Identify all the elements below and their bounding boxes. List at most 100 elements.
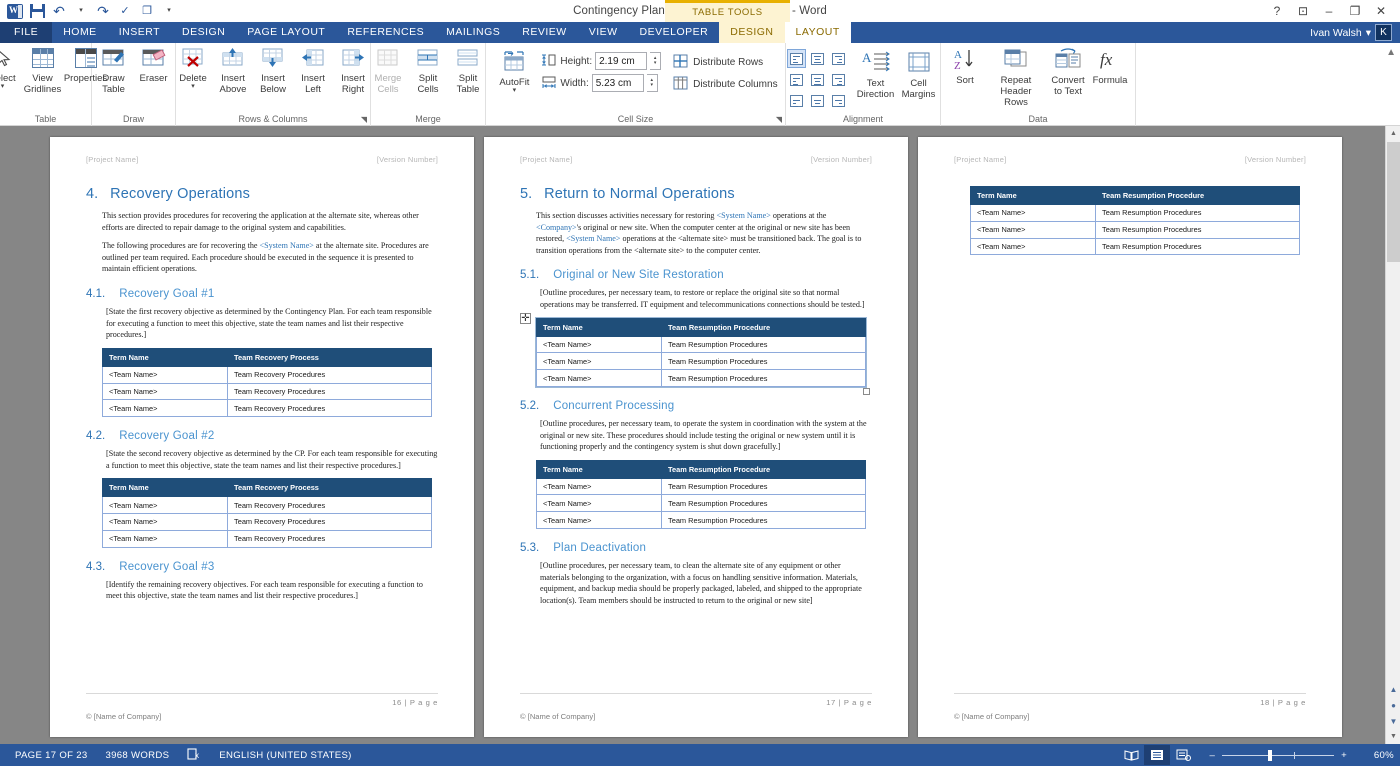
tab-insert[interactable]: INSERT: [108, 22, 171, 43]
cell-team-name[interactable]: <Team Name>: [535, 352, 663, 371]
insert-above-button[interactable]: Insert Above: [213, 46, 253, 97]
cell-team-name[interactable]: <Team Name>: [101, 496, 229, 515]
draw-table-button[interactable]: Draw Table: [94, 46, 134, 97]
align-center-right-button[interactable]: [829, 70, 848, 89]
cell-team-name[interactable]: <Team Name>: [969, 237, 1097, 256]
align-center-left-button[interactable]: [787, 70, 806, 89]
scroll-up-button[interactable]: ▲: [1386, 126, 1400, 141]
select-browse-object-button[interactable]: ●: [1386, 697, 1400, 713]
cell-procedure[interactable]: Team Resumption Procedures: [661, 335, 866, 354]
table-row[interactable]: <Team Name> Team Resumption Procedures: [535, 352, 866, 371]
language-indicator[interactable]: ENGLISH (UNITED STATES): [210, 750, 360, 761]
delete-caret-icon[interactable]: ▾: [191, 83, 195, 90]
tab-mailings[interactable]: MAILINGS: [435, 22, 511, 43]
zoom-thumb[interactable]: [1268, 749, 1273, 761]
align-center-button[interactable]: [808, 70, 827, 89]
align-top-right-button[interactable]: [829, 49, 848, 68]
select-button[interactable]: Select ▾: [0, 46, 23, 92]
cell-procedure[interactable]: Team Resumption Procedures: [1095, 220, 1300, 239]
table-row[interactable]: <Team Name> Team Resumption Procedures: [535, 369, 866, 387]
cell-procedure[interactable]: Team Resumption Procedures: [1095, 237, 1300, 256]
column-width-spinner[interactable]: ▴ ▾: [646, 74, 658, 92]
cell-procedure[interactable]: Team Recovery Procedures: [227, 399, 432, 418]
table-row[interactable]: <Team Name> Team Recovery Procedures: [101, 529, 432, 548]
align-bottom-center-button[interactable]: [808, 91, 827, 110]
cell-procedure[interactable]: Team Resumption Procedures: [1095, 204, 1300, 222]
tab-developer[interactable]: DEVELOPER: [629, 22, 720, 43]
merge-cells-button[interactable]: Merge Cells: [368, 46, 408, 97]
cell-procedure[interactable]: Team Recovery Procedures: [227, 513, 432, 531]
table-row[interactable]: <Team Name> Team Resumption Procedures: [969, 220, 1300, 239]
table-recovery-goal-1[interactable]: Term Name Team Recovery Process <Team Na…: [101, 347, 432, 418]
table-recovery-goal-2[interactable]: Term Name Team Recovery Process <Team Na…: [101, 478, 432, 548]
rows-columns-dialog-launcher-icon[interactable]: ◥: [361, 115, 367, 124]
cell-procedure[interactable]: Team Resumption Procedures: [661, 494, 866, 513]
cell-team-name[interactable]: <Team Name>: [101, 513, 229, 531]
tab-view[interactable]: VIEW: [578, 22, 629, 43]
cell-team-name[interactable]: <Team Name>: [101, 365, 229, 384]
distribute-rows-button[interactable]: Distribute Rows: [673, 54, 777, 71]
table-row[interactable]: <Team Name> Team Resumption Procedures: [535, 511, 866, 530]
table-site-restoration[interactable]: Term Name Team Resumption Procedure <Tea…: [535, 316, 867, 388]
document-canvas[interactable]: [Project Name] [Version Number] 4. Recov…: [0, 126, 1400, 744]
web-layout-button[interactable]: [1170, 745, 1196, 765]
tab-review[interactable]: REVIEW: [511, 22, 577, 43]
previous-page-button[interactable]: ▲: [1386, 681, 1400, 697]
sort-button[interactable]: A Z Sort: [945, 46, 985, 88]
table-move-handle[interactable]: ✛: [520, 312, 531, 324]
delete-button[interactable]: Delete ▾: [173, 46, 213, 92]
convert-to-text-button[interactable]: Convert to Text: [1047, 46, 1089, 99]
page-16[interactable]: [Project Name] [Version Number] 4. Recov…: [50, 137, 474, 737]
table-row[interactable]: <Team Name> Team Resumption Procedures: [969, 204, 1300, 222]
tab-table-design[interactable]: DESIGN: [719, 22, 785, 43]
table-row[interactable]: <Team Name> Team Recovery Procedures: [101, 365, 432, 384]
cell-procedure[interactable]: Team Recovery Procedures: [227, 496, 432, 515]
cell-margins-button[interactable]: Cell Margins: [898, 49, 940, 102]
cell-team-name[interactable]: <Team Name>: [101, 399, 229, 418]
eraser-button[interactable]: Eraser: [134, 46, 174, 86]
table-resumption-continued[interactable]: Term Name Team Resumption Procedure <Tea…: [969, 186, 1300, 256]
row-height-input[interactable]: 2.19 cm: [595, 52, 648, 70]
distribute-columns-button[interactable]: Distribute Columns: [673, 76, 778, 93]
cell-team-name[interactable]: <Team Name>: [101, 382, 229, 401]
align-top-left-button[interactable]: [786, 49, 806, 68]
proofing-errors-icon[interactable]: x: [178, 747, 210, 763]
cell-procedure[interactable]: Team Recovery Procedures: [227, 529, 432, 548]
insert-below-button[interactable]: Insert Below: [253, 46, 293, 97]
insert-right-button[interactable]: Insert Right: [333, 46, 373, 97]
user-dropdown-icon[interactable]: ▾: [1366, 27, 1371, 39]
table-row[interactable]: <Team Name> Team Resumption Procedures: [535, 477, 866, 496]
table-row[interactable]: <Team Name> Team Resumption Procedures: [535, 494, 866, 513]
table-row[interactable]: <Team Name> Team Resumption Procedures: [969, 237, 1300, 256]
view-gridlines-button[interactable]: View Gridlines: [23, 46, 63, 97]
zoom-level[interactable]: 60%: [1360, 750, 1394, 761]
collapse-ribbon-icon[interactable]: ▲: [1386, 47, 1396, 58]
cell-team-name[interactable]: <Team Name>: [969, 220, 1097, 239]
zoom-in-button[interactable]: +: [1334, 750, 1354, 761]
column-width-input[interactable]: 5.23 cm: [591, 74, 644, 92]
table-resize-handle[interactable]: [863, 387, 870, 395]
select-caret-icon[interactable]: ▾: [1, 83, 5, 90]
tab-table-layout[interactable]: LAYOUT: [784, 22, 851, 43]
cell-procedure[interactable]: Team Resumption Procedures: [661, 352, 866, 371]
zoom-track[interactable]: [1222, 749, 1335, 761]
cell-team-name[interactable]: <Team Name>: [969, 204, 1097, 222]
avatar[interactable]: K: [1375, 24, 1392, 41]
cell-team-name[interactable]: <Team Name>: [535, 477, 663, 496]
next-page-button[interactable]: ▼: [1386, 713, 1400, 729]
repeat-header-rows-button[interactable]: Repeat Header Rows: [985, 46, 1047, 110]
cell-team-name[interactable]: <Team Name>: [535, 511, 663, 530]
cell-team-name[interactable]: <Team Name>: [101, 529, 229, 548]
cell-procedure[interactable]: Team Resumption Procedures: [661, 511, 866, 530]
page-indicator[interactable]: PAGE 17 OF 23: [6, 750, 97, 761]
cell-procedure[interactable]: Team Resumption Procedures: [661, 369, 866, 387]
tab-page-layout[interactable]: PAGE LAYOUT: [236, 22, 336, 43]
cell-team-name[interactable]: <Team Name>: [535, 335, 663, 354]
tab-file[interactable]: FILE: [0, 22, 53, 43]
split-table-button[interactable]: Split Table: [448, 46, 488, 97]
tab-design[interactable]: DESIGN: [171, 22, 236, 43]
cell-procedure[interactable]: Team Recovery Procedures: [227, 365, 432, 384]
text-direction-button[interactable]: A Text Direction: [854, 49, 898, 102]
align-top-center-button[interactable]: [808, 49, 827, 68]
cell-team-name[interactable]: <Team Name>: [535, 494, 663, 513]
